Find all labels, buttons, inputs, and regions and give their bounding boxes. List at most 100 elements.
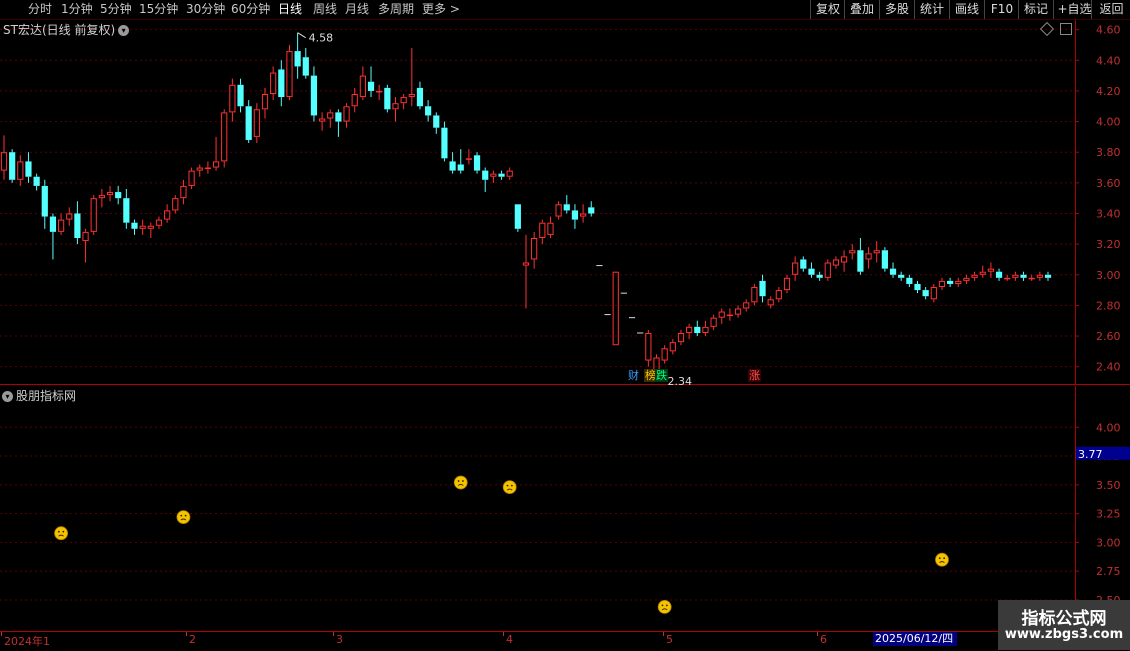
candle [767,296,774,309]
toolbar-button[interactable]: F10 [984,0,1019,19]
candle [571,204,579,229]
candle [759,274,766,303]
toolbar-button[interactable]: 统计 [914,0,949,19]
period-tab[interactable]: 日线 [278,1,302,18]
candle [840,250,848,272]
candle [914,280,921,294]
y-tick-label: 3.00 [1096,269,1121,282]
candle [465,149,473,165]
face-marker-icon [657,600,672,614]
candle [310,66,318,122]
stock-title: ST宏达(日线 前复权) ▾ [3,21,130,38]
candle [555,201,562,220]
candle [0,135,8,180]
y-tick-label: 3.60 [1096,177,1121,190]
period-tab[interactable]: 60分钟 [231,1,270,18]
face-marker-icon [453,475,468,490]
candle [90,195,97,235]
period-tab[interactable]: 更多 > [422,1,460,18]
event-tag[interactable]: 财 [627,369,640,382]
candle [522,234,530,309]
stock-title-text: ST宏达(日线 前复权) [3,23,116,37]
chevron-down-icon[interactable]: ▾ [2,391,13,402]
candle [547,216,554,238]
toolbar-button[interactable]: 画线 [949,0,984,19]
candle [408,48,415,107]
candle [17,155,24,186]
candle [718,308,725,324]
candle [229,78,236,122]
candle [531,231,538,269]
period-tab[interactable]: 周线 [313,1,337,18]
toolbar-button[interactable]: 复权 [810,0,845,19]
candle [245,100,252,144]
candle [816,271,823,281]
toolbar-button[interactable]: 返回 [1091,0,1130,19]
face-marker-icon [935,552,949,567]
main-chart-panel: 4.60 4.40 4.20 4.00 3.80 3.60 3.40 3.20 3.00 2.80… [0,20,1130,385]
chevron-down-icon[interactable]: ▾ [118,25,130,36]
candle [302,48,309,79]
candle [971,271,978,281]
toolbar-button[interactable]: 多股 [879,0,914,19]
candle [457,149,464,174]
candle [686,323,693,340]
candle [359,66,366,101]
month-tick [333,632,334,636]
candle [1028,274,1035,281]
y-tick-label: 2.60 [1096,330,1121,343]
y-tick-label: 4.40 [1096,54,1121,67]
candle [294,32,301,79]
candle [922,287,929,300]
candle [539,219,546,245]
period-tab[interactable]: 5分钟 [100,1,132,18]
candle [669,339,676,355]
period-tab[interactable]: 15分钟 [139,1,178,18]
candle [392,97,399,122]
period-tab[interactable]: 分时 [28,1,52,18]
event-tag[interactable]: 涨 [748,369,761,382]
y-tick-label: 4.20 [1096,85,1121,98]
event-tag[interactable]: 跌 [655,369,668,382]
candle [702,320,709,337]
y-tick-label: 4.00 [1096,421,1121,434]
candle [775,287,782,303]
candle [41,179,48,229]
candle [172,195,179,214]
y-tick-label: 2.40 [1096,361,1121,374]
candle [74,201,81,245]
candle [930,283,937,303]
period-tab[interactable]: 1分钟 [61,1,93,18]
candle [726,308,734,321]
candle [857,238,864,275]
candle [987,262,995,278]
candle [425,100,432,122]
face-marker-icon [502,480,517,495]
toolbar-button[interactable]: 叠加 [844,0,879,19]
indicator-chart: 4.003.753.503.253.002.752.503.77 [0,386,1130,631]
candle [1012,271,1019,281]
candle [123,188,130,229]
candle [963,274,970,284]
candle [906,274,913,288]
watermark-line1: 指标公式网 [1021,609,1107,629]
candle [1036,271,1043,281]
month-tick [663,632,664,636]
candle [416,81,424,110]
collapse-icon[interactable] [1060,23,1072,35]
toolbar-button[interactable]: 标记 [1018,0,1053,19]
month-label: 3 [336,633,343,646]
y-tick-label: 4.60 [1096,24,1121,37]
candle [938,277,946,291]
period-tab[interactable]: 30分钟 [186,1,225,18]
candle [955,277,962,288]
candle [514,204,521,232]
period-tab[interactable]: 月线 [345,1,369,18]
period-tab[interactable]: 多周期 [378,1,414,18]
face-marker-icon [54,526,68,541]
candle [82,228,89,263]
y-tick-label: 4.00 [1096,116,1121,129]
candle [351,87,358,113]
cursor-date: 2025/06/12/四 [873,632,957,646]
toolbar-button[interactable]: +自选 [1053,0,1095,19]
